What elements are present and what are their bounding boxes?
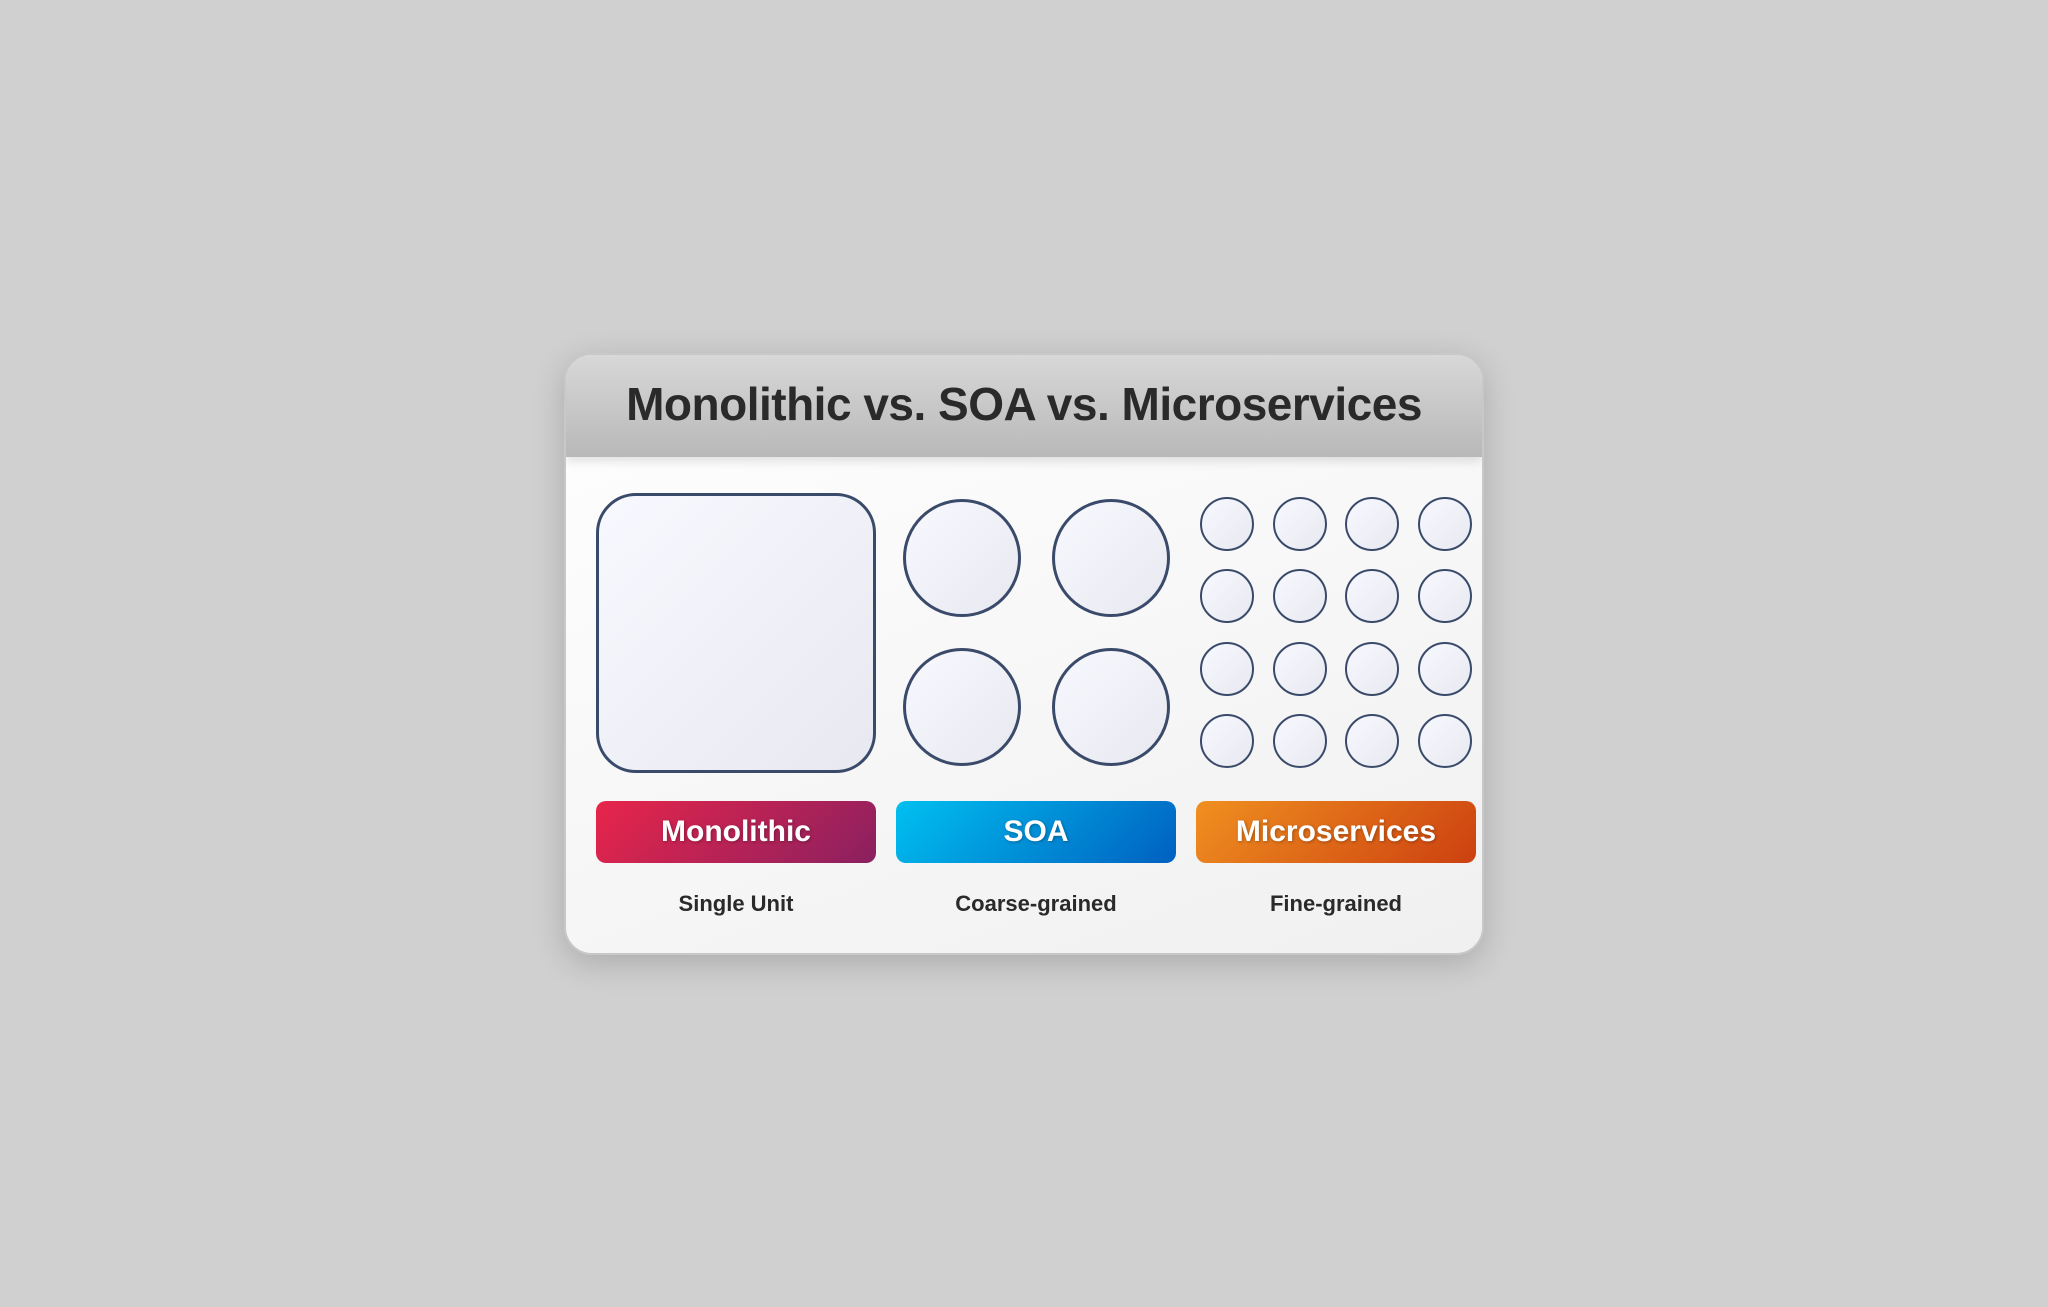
soa-circle-1: [903, 499, 1021, 617]
micro-circle-4: [1418, 497, 1472, 551]
microservices-column: Microservices Fine-grained: [1196, 493, 1476, 917]
micro-circle-15: [1345, 714, 1399, 768]
main-title: Monolithic vs. SOA vs. Microservices: [596, 377, 1452, 431]
monolithic-column: Monolithic Single Unit: [596, 493, 876, 917]
soa-shape: [896, 493, 1176, 773]
monolithic-shape: [596, 493, 876, 773]
microservices-label: Microservices: [1236, 815, 1436, 848]
micro-circle-6: [1273, 569, 1327, 623]
soa-sublabel: Coarse-grained: [955, 891, 1116, 917]
title-bar: Monolithic vs. SOA vs. Microservices: [566, 355, 1482, 457]
micro-circle-7: [1345, 569, 1399, 623]
microservices-badge: Microservices: [1196, 801, 1476, 863]
soa-label: SOA: [1003, 815, 1068, 848]
micro-circle-13: [1200, 714, 1254, 768]
monolithic-sublabel: Single Unit: [679, 891, 794, 917]
microservices-shape: [1196, 493, 1476, 773]
main-card: Monolithic vs. SOA vs. Microservices Mon…: [564, 353, 1484, 955]
micro-circle-16: [1418, 714, 1472, 768]
columns-container: Monolithic Single Unit SOA Coarse-graine…: [566, 493, 1482, 917]
micro-circle-1: [1200, 497, 1254, 551]
microservices-sublabel: Fine-grained: [1270, 891, 1402, 917]
micro-circle-3: [1345, 497, 1399, 551]
monolithic-label: Monolithic: [661, 815, 811, 848]
micro-circle-11: [1345, 642, 1399, 696]
micro-circle-12: [1418, 642, 1472, 696]
soa-circle-4: [1052, 648, 1170, 766]
micro-circle-8: [1418, 569, 1472, 623]
micro-circle-2: [1273, 497, 1327, 551]
micro-circle-10: [1273, 642, 1327, 696]
micro-circle-5: [1200, 569, 1254, 623]
monolithic-badge: Monolithic: [596, 801, 876, 863]
soa-circle-2: [1052, 499, 1170, 617]
micro-circle-14: [1273, 714, 1327, 768]
micro-circle-9: [1200, 642, 1254, 696]
soa-badge: SOA: [896, 801, 1176, 863]
soa-circle-3: [903, 648, 1021, 766]
soa-column: SOA Coarse-grained: [896, 493, 1176, 917]
